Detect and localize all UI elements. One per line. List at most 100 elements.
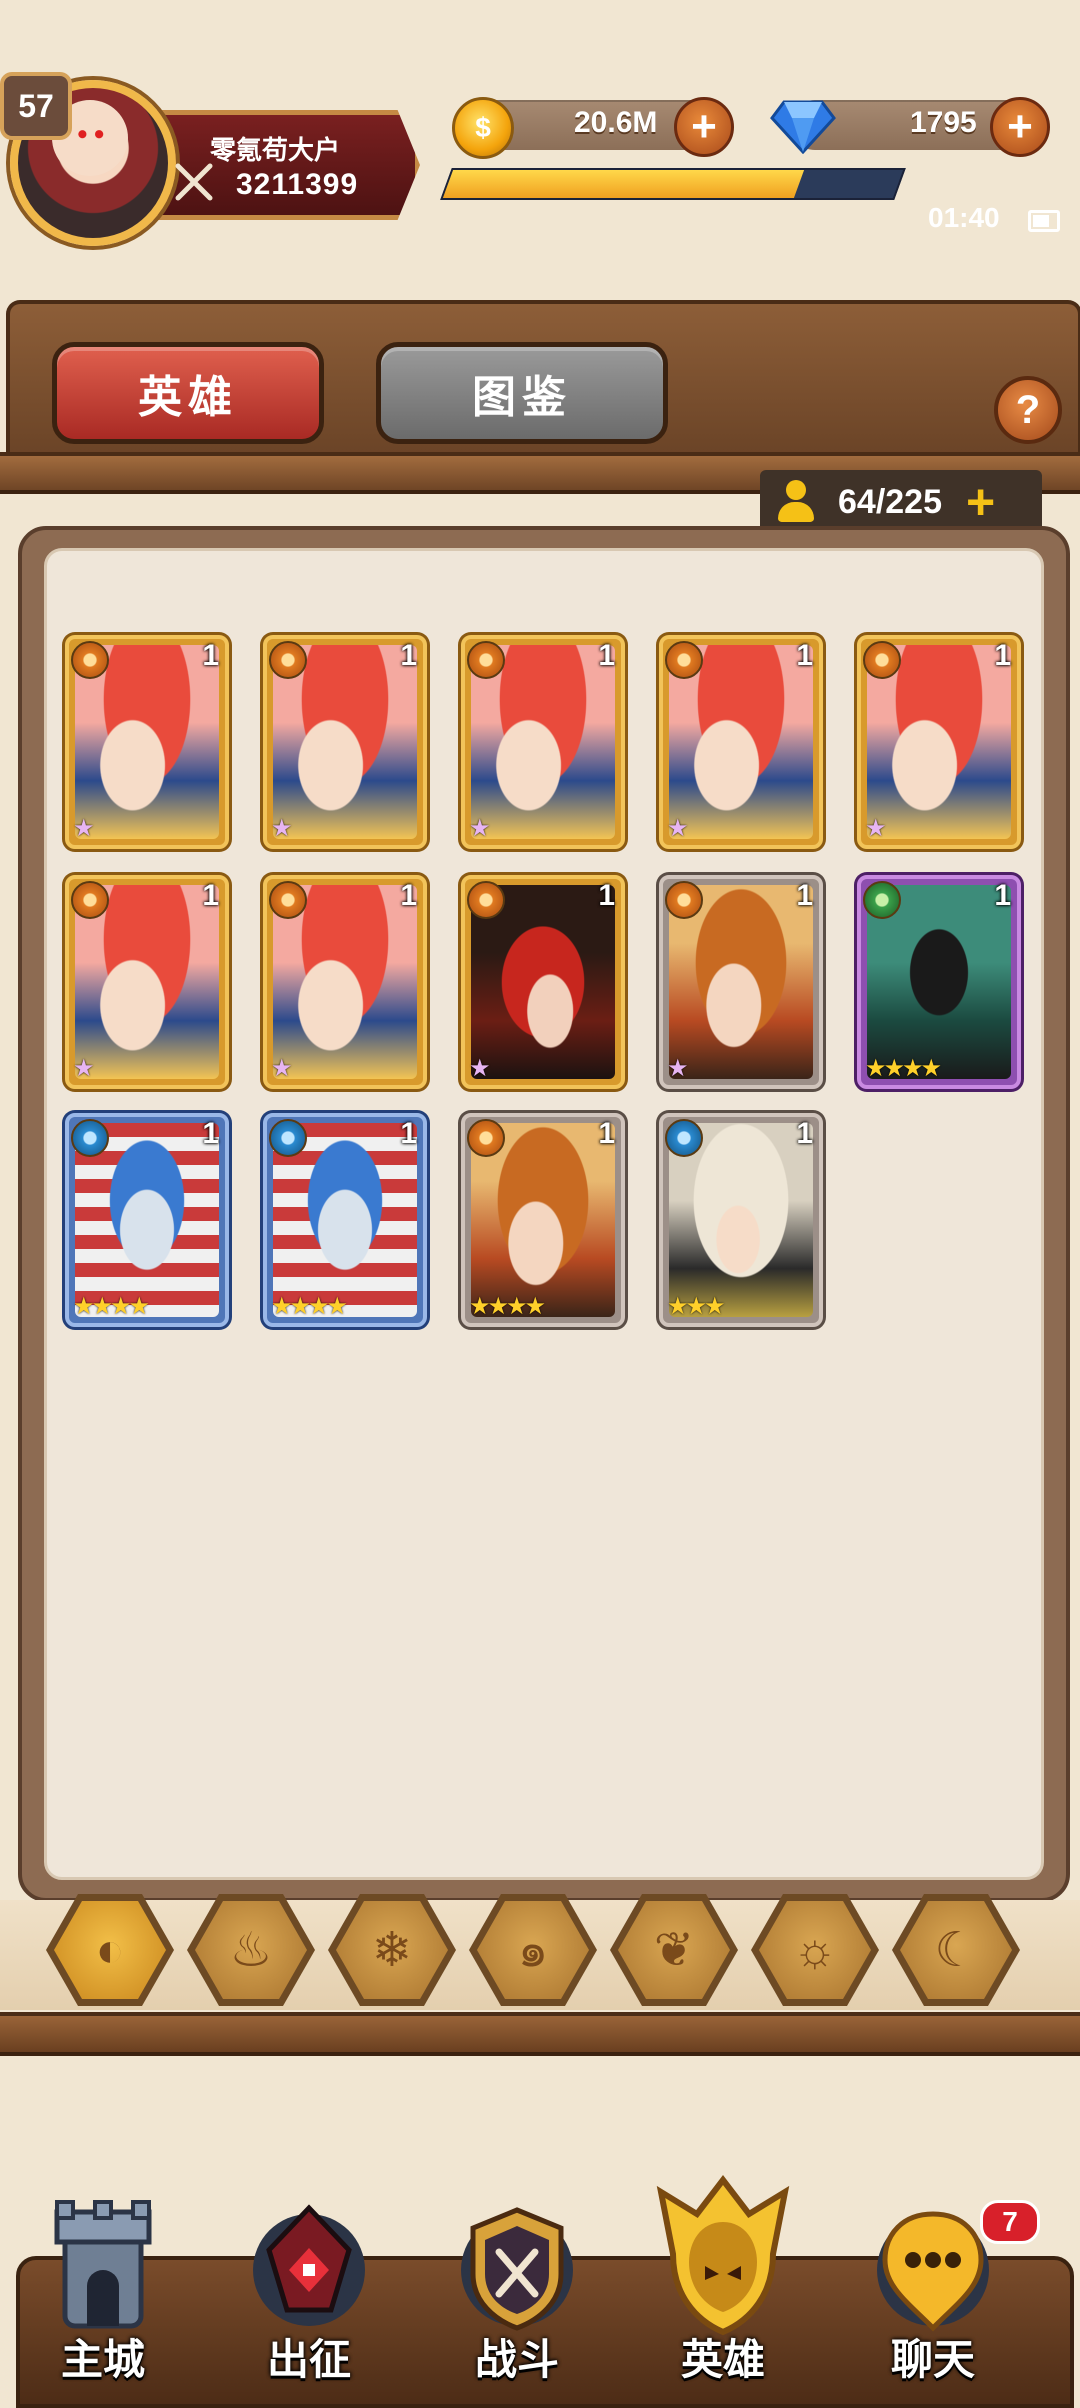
filter-face: ☼ xyxy=(759,1901,871,1999)
fire-element-icon xyxy=(863,641,901,679)
hero-stars: ★ xyxy=(271,815,292,842)
element-filter-fire-element[interactable]: ♨ xyxy=(187,1894,315,2006)
hero-level: 1 xyxy=(796,639,813,672)
nav-label: 战斗 xyxy=(474,2336,559,2383)
expedition-icon xyxy=(253,2204,365,2326)
hero-stars: ★★★★ xyxy=(469,1293,546,1320)
hero-grid[interactable]: 1 ★ 1 ★ 1 ★ 1 ★ 1 ★ 1 ★ 1 ★ 1 ★ 1 ★ 1 ★★★★ 1 ★★★★ 1 ★★★★ 1 ★★★★ 1 ★… xyxy=(44,548,1044,1880)
nav-label: 主城 xyxy=(60,2336,145,2383)
hero-card[interactable]: 1 ★★★★ xyxy=(461,1113,625,1327)
hero-card[interactable]: 1 ★ xyxy=(65,875,229,1089)
hero-stars: ★★★★ xyxy=(271,1293,348,1320)
hero-card[interactable]: 1 ★ xyxy=(263,875,427,1089)
experience-bar xyxy=(440,168,906,200)
hero-card[interactable]: 1 ★★★ xyxy=(659,1113,823,1327)
add-gems-button[interactable]: + xyxy=(990,97,1050,157)
earth-element-icon xyxy=(863,881,901,919)
hero-icon xyxy=(656,2175,790,2336)
experience-fill xyxy=(442,170,805,198)
hero-level: 1 xyxy=(400,879,417,912)
fire-element-icon xyxy=(269,881,307,919)
water-element-icon xyxy=(665,1119,703,1157)
player-power: 3211399 xyxy=(236,168,359,201)
hero-stars: ★★★ xyxy=(667,1293,726,1320)
filter-face: ♨ xyxy=(195,1901,307,1999)
fire-element-icon xyxy=(665,881,703,919)
hero-level: 1 xyxy=(994,879,1011,912)
light-element-icon: ☼ xyxy=(793,1923,837,1977)
gold-amount: 20.6M xyxy=(574,106,658,139)
nav-main-city[interactable]: 主城 xyxy=(28,2190,178,2400)
hero-capacity: 64/225 + xyxy=(760,470,1042,534)
chat-icon xyxy=(877,2211,989,2332)
hero-stars: ★ xyxy=(865,815,886,842)
castle-icon xyxy=(54,2200,152,2329)
fire-element-icon xyxy=(269,641,307,679)
fire-element-icon: ♨ xyxy=(229,1924,273,1977)
hero-capacity-count: 64/225 xyxy=(838,482,942,521)
player-level-badge: 57 xyxy=(0,72,72,140)
ice-element-icon: ❄ xyxy=(371,1924,413,1977)
hero-card[interactable]: 1 ★ xyxy=(65,635,229,849)
hero-level: 1 xyxy=(598,1117,615,1150)
hero-stars: ★★★★ xyxy=(865,1055,942,1082)
battle-icon xyxy=(461,2207,573,2331)
fire-element-icon xyxy=(71,881,109,919)
hero-level: 1 xyxy=(994,639,1011,672)
help-button[interactable]: ? xyxy=(994,376,1062,444)
hero-card[interactable]: 1 ★ xyxy=(659,875,823,1089)
tab-codex[interactable]: 图鉴 xyxy=(376,342,668,444)
nav-expedition[interactable]: 出征 xyxy=(234,2190,384,2400)
user-icon xyxy=(776,480,816,524)
element-filter-ice-element[interactable]: ❄ xyxy=(328,1894,456,2006)
water-element-icon xyxy=(269,1119,307,1157)
hero-card[interactable]: 1 ★ xyxy=(659,635,823,849)
nav-label: 聊天 xyxy=(890,2336,975,2383)
chat-notification-badge: 7 xyxy=(980,2200,1040,2244)
hero-card[interactable]: 1 ★ xyxy=(461,875,625,1089)
hero-level: 1 xyxy=(598,639,615,672)
hero-stars: ★ xyxy=(73,1055,94,1082)
hero-card[interactable]: 1 ★ xyxy=(263,635,427,849)
hero-stars: ★ xyxy=(271,1055,292,1082)
hero-level: 1 xyxy=(796,1117,813,1150)
earth-element-icon: ❦ xyxy=(653,1924,695,1977)
water-element-icon xyxy=(71,1119,109,1157)
hero-stars: ★ xyxy=(73,815,94,842)
hero-level: 1 xyxy=(202,1117,219,1150)
hero-card[interactable]: 1 ★★★★ xyxy=(263,1113,427,1327)
hero-level: 1 xyxy=(598,879,615,912)
element-filter-light-element[interactable]: ☼ xyxy=(751,1894,879,2006)
expand-capacity-button[interactable]: + xyxy=(966,477,995,527)
dark-element-icon: ☾ xyxy=(934,1924,978,1977)
hero-level: 1 xyxy=(202,639,219,672)
diamond-icon xyxy=(770,100,836,154)
filter-rail xyxy=(0,2012,1080,2056)
gold-coin-icon: $ xyxy=(452,97,514,159)
element-filter-all-elements[interactable]: ◐ xyxy=(46,1894,174,2006)
nav-battle[interactable]: 战斗 xyxy=(442,2190,592,2400)
fire-element-icon xyxy=(467,1119,505,1157)
hero-stars: ★ xyxy=(667,1055,688,1082)
hero-level: 1 xyxy=(202,879,219,912)
hero-card[interactable]: 1 ★★★★ xyxy=(857,875,1021,1089)
hero-card[interactable]: 1 ★★★★ xyxy=(65,1113,229,1327)
element-filter-bar: ◐ ♨ ❄ ๑ ❦ ☼ ☾ xyxy=(0,1894,1080,2010)
element-filter-earth-element[interactable]: ❦ xyxy=(610,1894,738,2006)
hero-stars: ★ xyxy=(667,815,688,842)
hero-level: 1 xyxy=(400,1117,417,1150)
element-filter-water-element[interactable]: ๑ xyxy=(469,1894,597,2006)
battery-icon xyxy=(1028,210,1060,232)
tab-heroes[interactable]: 英雄 xyxy=(52,342,324,444)
fire-element-icon xyxy=(467,881,505,919)
element-filter-dark-element[interactable]: ☾ xyxy=(892,1894,1020,2006)
fire-element-icon xyxy=(665,641,703,679)
hero-card[interactable]: 1 ★ xyxy=(857,635,1021,849)
crossed-swords-icon xyxy=(175,163,213,201)
hero-level: 1 xyxy=(796,879,813,912)
nav-heroes[interactable]: 英雄 xyxy=(648,2170,798,2383)
fire-element-icon xyxy=(467,641,505,679)
add-gold-button[interactable]: + xyxy=(674,97,734,157)
hero-card[interactable]: 1 ★ xyxy=(461,635,625,849)
filter-face: ❄ xyxy=(336,1901,448,1999)
